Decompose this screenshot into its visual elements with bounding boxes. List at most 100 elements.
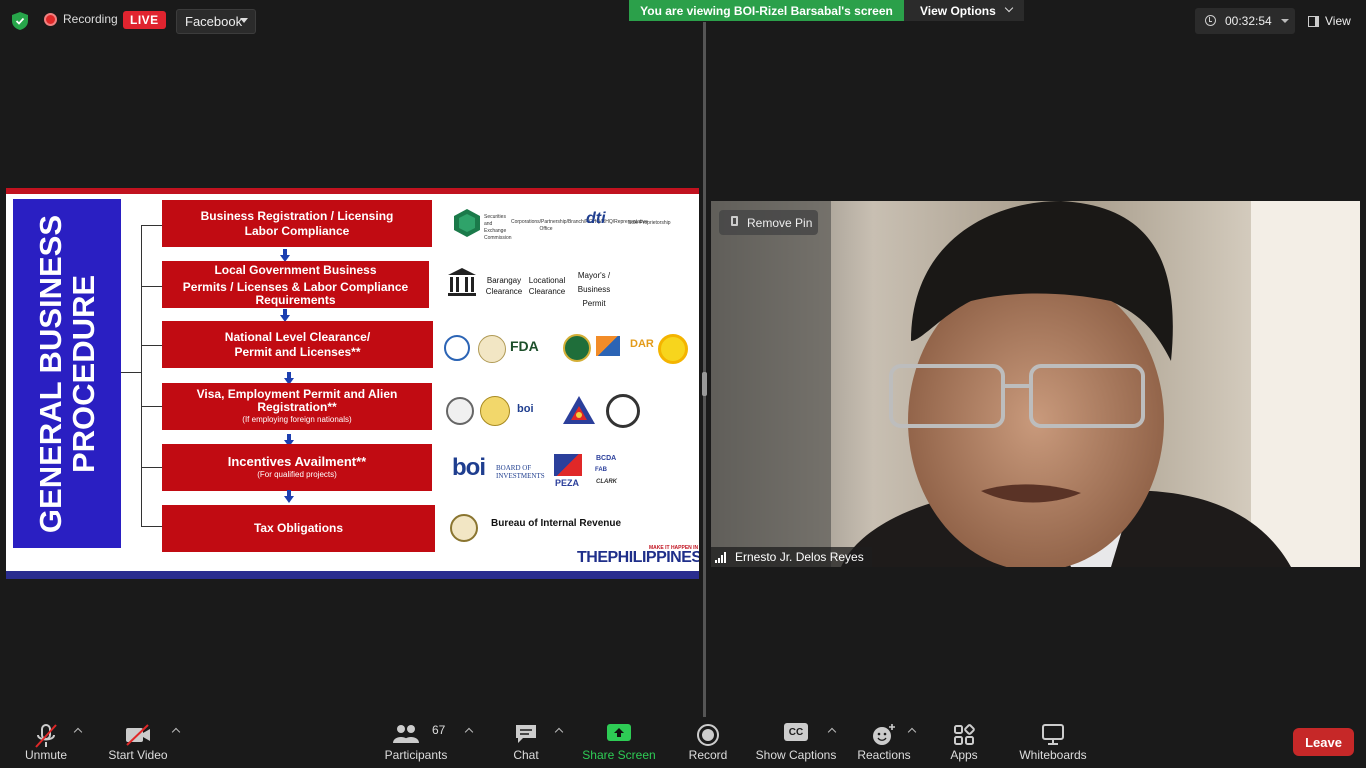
unmute-button[interactable]: Unmute (18, 717, 74, 768)
clock-icon (1205, 15, 1216, 26)
chat-button[interactable]: Chat (504, 717, 548, 768)
participants-options-chevron-icon[interactable] (464, 727, 474, 737)
agency-logo-icon (596, 336, 620, 356)
recording-label: Recording (63, 12, 118, 26)
chat-label: Chat (513, 748, 539, 762)
audio-options-chevron-icon[interactable] (73, 727, 83, 737)
emoji-reactions-icon (873, 724, 895, 745)
remove-pin-button[interactable]: Remove Pin (719, 210, 818, 235)
security-shield-icon[interactable] (12, 12, 28, 30)
denr-logo-icon (444, 335, 470, 361)
slide-top-stripe (6, 188, 699, 194)
view-label: View (1325, 14, 1351, 28)
down-arrow-icon (284, 490, 294, 504)
meeting-toolbar: Unmute Start Video 67 Participants Chat … (0, 717, 1366, 768)
show-captions-label: Show Captions (755, 748, 837, 762)
sec-name: Securities and Exchange Commission (484, 214, 512, 241)
share-screen-icon (607, 724, 631, 741)
leave-button[interactable]: Leave (1293, 728, 1354, 756)
dar-logo: DAR (630, 338, 654, 350)
start-video-button[interactable]: Start Video (104, 717, 172, 768)
sec-logo-icon (454, 209, 480, 237)
government-building-icon (448, 268, 476, 296)
mayors-business-permit: Mayor's / Business Permit (577, 271, 611, 308)
steps-bracket (141, 225, 163, 527)
reactions-button[interactable]: Reactions (856, 717, 912, 768)
record-icon (697, 724, 719, 746)
bracket-connector (121, 372, 141, 373)
shared-screen-slide: GENERAL BUSINESS PROCEDURE Business Regi… (6, 188, 699, 579)
dole-logo-icon (563, 396, 595, 424)
unmute-label: Unmute (24, 748, 68, 762)
share-screen-button[interactable]: Share Screen (582, 717, 656, 768)
stream-target-label: Facebook (185, 14, 243, 29)
participant-name: Ernesto Jr. Delos Reyes (735, 550, 864, 564)
participant-video-tile[interactable]: Remove Pin Ernesto Jr. Delos Reyes (711, 201, 1360, 567)
stream-target-dropdown[interactable]: Facebook (176, 9, 256, 34)
participants-label: Participants (384, 748, 448, 762)
clark-label: CLARK (596, 479, 617, 485)
microphone-muted-icon (35, 724, 57, 748)
step-national-clearance: National Level Clearance/ Permit and Lic… (162, 321, 433, 368)
layout-icon (1308, 15, 1319, 27)
bcda-label: BCDA (596, 455, 617, 462)
bir-seal-icon (450, 514, 478, 542)
step-tax-obligations: Tax Obligations (162, 505, 435, 552)
divider-drag-handle[interactable] (702, 372, 707, 396)
recording-indicator[interactable]: Recording (44, 12, 118, 26)
pin-icon (731, 216, 738, 226)
apps-button[interactable]: Apps (944, 717, 984, 768)
start-video-label: Start Video (108, 748, 168, 762)
chat-bubble-icon (516, 725, 536, 743)
dropdown-caret-icon (240, 18, 248, 23)
reactions-label: Reactions (857, 748, 911, 762)
step-business-registration: Business Registration / Licensing Labor … (162, 200, 432, 247)
peza-logo-icon (554, 454, 582, 476)
slide-title: GENERAL BUSINESS PROCEDURE (33, 214, 101, 534)
immigration-seal-icon (606, 394, 640, 428)
brand-logo: THEPHILIPPINES (577, 549, 699, 566)
dti-logo: dti (586, 210, 606, 227)
share-screen-label: Share Screen (582, 748, 656, 762)
video-options-chevron-icon[interactable] (171, 727, 181, 737)
agency-seal-icon (563, 334, 591, 362)
sun-seal-icon (658, 334, 688, 364)
barangay-clearance: Barangay Clearance (485, 276, 523, 296)
dropdown-caret-icon (1281, 19, 1289, 23)
chevron-down-icon (1004, 3, 1014, 13)
step-visa-employment: Visa, Employment Permit and Alien Regist… (162, 383, 432, 430)
sec-description: Corporations/Partnership/Branch/ROHQ/RHQ… (511, 219, 648, 232)
bir-label: Bureau of Internal Revenue (491, 518, 622, 529)
department-seal-icon (480, 396, 510, 426)
video-camera-off-icon (126, 724, 150, 746)
participants-button[interactable]: 67 Participants (382, 717, 450, 768)
view-options-button[interactable]: View Options (904, 0, 1024, 21)
viewing-screen-banner: You are viewing BOI-Rizel Barsabal's scr… (629, 0, 904, 21)
participant-name-tag: Ernesto Jr. Delos Reyes (711, 547, 872, 567)
participants-count: 67 (432, 723, 446, 737)
meeting-timer[interactable]: 00:32:54 (1195, 8, 1295, 34)
step-incentives: Incentives Availment** (For qualified pr… (162, 444, 432, 491)
zoom-meeting-window: Recording LIVE Facebook You are viewing … (0, 0, 1366, 768)
record-dot-icon (44, 12, 57, 26)
participant-video-feed (711, 201, 1360, 567)
boi-name: BOARD OF INVESTMENTS (496, 464, 545, 480)
boi-small-logo: boi (517, 403, 534, 415)
live-badge[interactable]: LIVE (123, 11, 166, 29)
closed-captions-icon: CC (784, 723, 808, 741)
record-button[interactable]: Record (686, 717, 730, 768)
whiteboards-label: Whiteboards (1019, 748, 1087, 762)
view-layout-button[interactable]: View (1300, 8, 1360, 34)
whiteboards-button[interactable]: Whiteboards (1016, 717, 1090, 768)
boi-logo: boi (452, 454, 486, 481)
whiteboard-icon (1042, 724, 1064, 745)
split-divider[interactable] (703, 22, 706, 717)
slide-bottom-stripe (6, 571, 699, 579)
chat-options-chevron-icon[interactable] (554, 727, 564, 737)
fab-label: FAB (595, 467, 607, 473)
bureau-seal-icon (446, 397, 474, 425)
apps-icon (954, 724, 975, 745)
signal-strength-icon (715, 552, 726, 563)
slide-title-panel: GENERAL BUSINESS PROCEDURE (13, 199, 121, 548)
show-captions-button[interactable]: CC Show Captions (754, 717, 838, 768)
